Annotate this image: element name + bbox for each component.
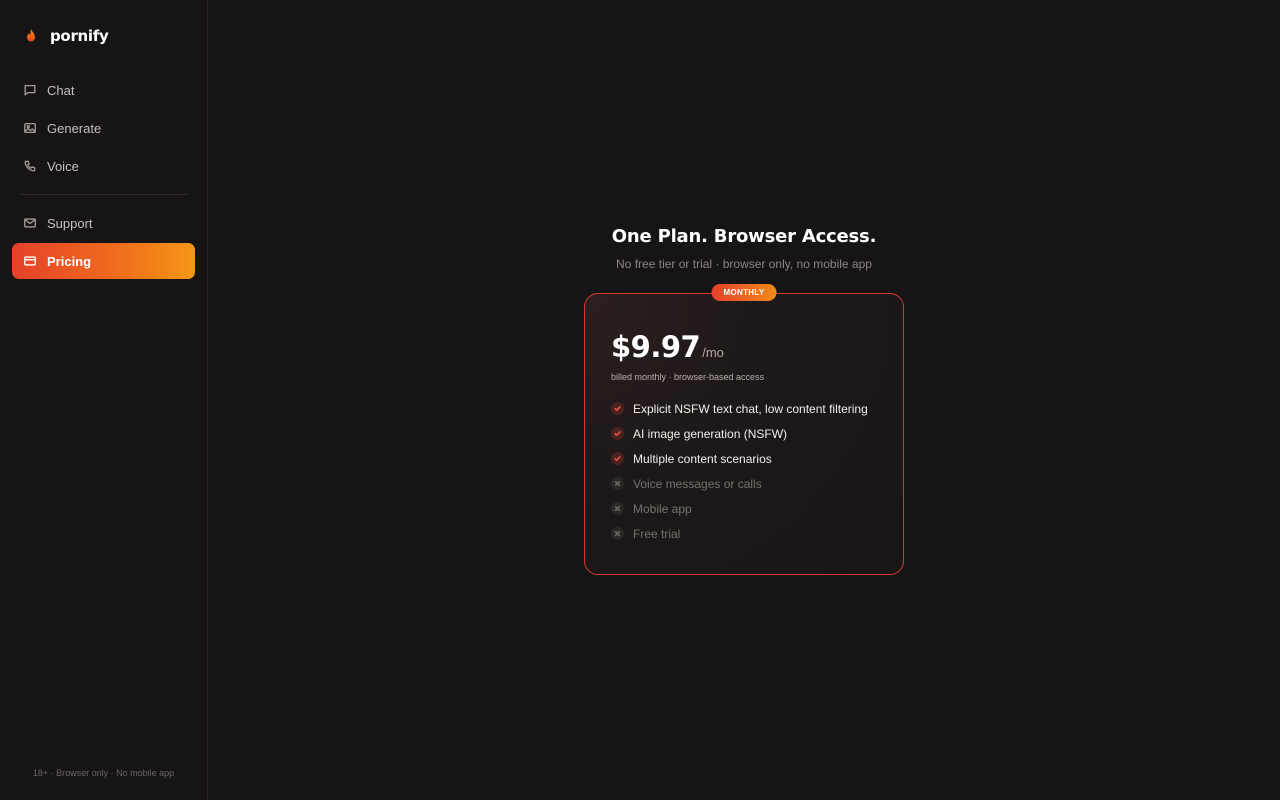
price-row: $9.97 /mo (611, 330, 877, 364)
x-icon (611, 477, 624, 490)
image-icon (23, 121, 37, 135)
feature-item: Multiple content scenarios (611, 446, 877, 471)
sidebar-item-chat[interactable]: Chat (12, 72, 195, 108)
feature-list: Explicit NSFW text chat, low content fil… (611, 396, 877, 546)
feature-item: AI image generation (NSFW) (611, 421, 877, 446)
sidebar-item-label: Voice (47, 158, 79, 174)
sidebar-item-label: Chat (47, 82, 75, 98)
page-title: One Plan. Browser Access. (611, 226, 877, 247)
sidebar-item-voice[interactable]: Voice (12, 148, 195, 184)
feature-item: Voice messages or calls (611, 471, 877, 496)
feature-item: Free trial (611, 521, 877, 546)
page-subtitle: No free tier or trial · browser only, no… (616, 257, 872, 271)
plan-price: $9.97 (611, 330, 701, 364)
flame-icon (24, 28, 38, 44)
sidebar-item-label: Generate (47, 120, 102, 136)
plan-price-unit: /mo (702, 345, 724, 360)
feature-label: Voice messages or calls (633, 476, 762, 491)
sidebar-footer: 18+ · Browser only · No mobile app (32, 768, 175, 778)
feature-label: Multiple content scenarios (633, 451, 772, 466)
check-icon (611, 452, 624, 465)
feature-item: Mobile app (611, 496, 877, 521)
feature-label: Free trial (633, 526, 681, 541)
sidebar-item-label: Support (47, 215, 93, 231)
pricing-section: One Plan. Browser Access. No free tier o… (584, 226, 904, 575)
x-icon (611, 502, 624, 515)
sidebar-item-label: Pricing (47, 253, 92, 269)
check-icon (611, 427, 624, 440)
secondary-nav: Support Pricing (12, 205, 195, 279)
sidebar: pornify Chat Generate Voice Support Pric… (0, 0, 208, 800)
credit-card-icon (23, 254, 37, 268)
plan-badge: MONTHLY (711, 284, 777, 301)
mail-icon (23, 216, 37, 230)
brand-name: pornify (50, 27, 109, 45)
feature-label: AI image generation (NSFW) (633, 426, 788, 441)
brand[interactable]: pornify (12, 0, 195, 72)
chat-bubble-icon (23, 83, 37, 97)
phone-icon (23, 159, 37, 173)
x-icon (611, 527, 624, 540)
feature-label: Mobile app (633, 501, 692, 516)
sidebar-divider (19, 194, 188, 195)
sidebar-item-pricing[interactable]: Pricing (12, 243, 195, 279)
billing-note: billed monthly · browser-based access (611, 372, 765, 382)
check-icon (611, 402, 624, 415)
feature-label: Explicit NSFW text chat, low content fil… (633, 401, 868, 416)
feature-item: Explicit NSFW text chat, low content fil… (611, 396, 877, 421)
app-root: pornify Chat Generate Voice Support Pric… (0, 0, 1280, 800)
primary-nav: Chat Generate Voice (12, 72, 195, 184)
plan-card[interactable]: MONTHLY $9.97 /mo billed monthly · brows… (584, 284, 904, 575)
sidebar-item-generate[interactable]: Generate (12, 110, 195, 146)
sidebar-item-support[interactable]: Support (12, 205, 195, 241)
main-content: One Plan. Browser Access. No free tier o… (208, 0, 1280, 800)
